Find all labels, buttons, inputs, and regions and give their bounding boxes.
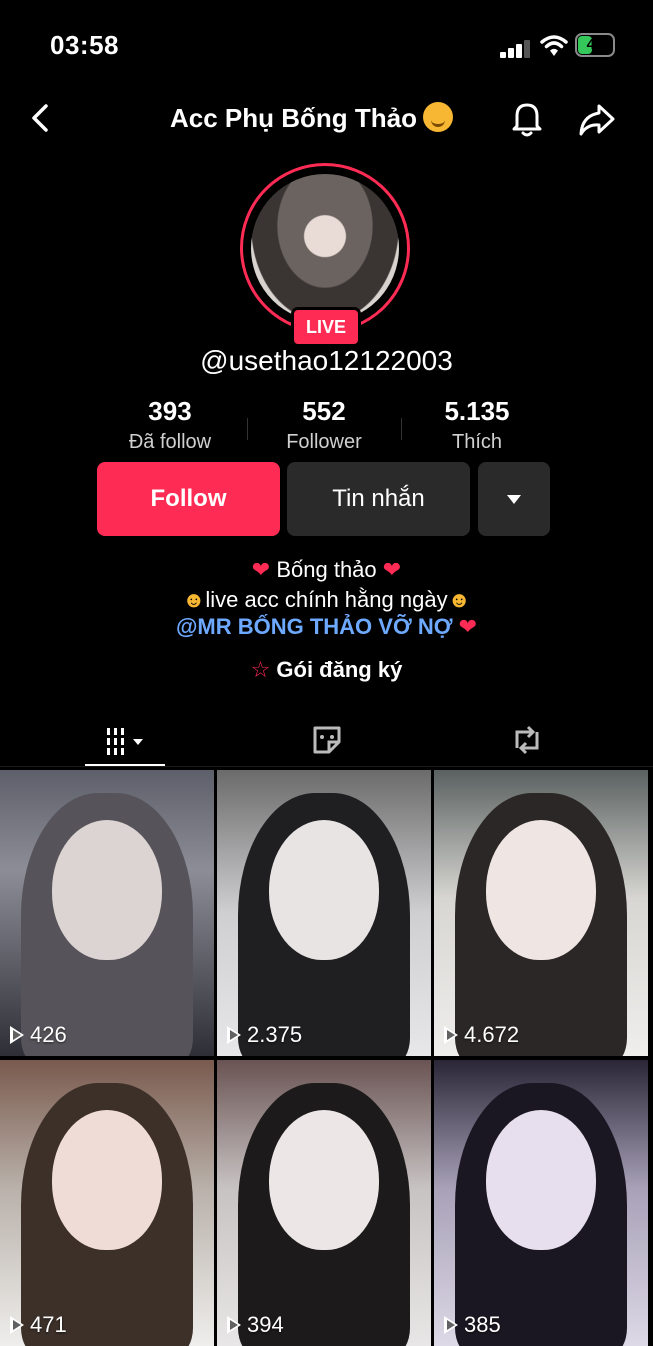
heart-icon: ❤	[382, 557, 402, 582]
tab-videos[interactable]	[18, 712, 235, 768]
broken-heart-icon: ❤	[458, 614, 478, 639]
username: @usethao12122003	[200, 345, 453, 376]
profile-header: Acc Phụ Bống Thảo	[0, 90, 653, 150]
repost-icon	[515, 725, 538, 755]
stat-divider	[247, 418, 248, 440]
subscription-label: Gói đăng ký	[276, 657, 403, 682]
cellular-signal-icon	[500, 38, 534, 58]
bio-line-1-text: Bống thảo	[276, 557, 377, 582]
video-grid-icon	[106, 728, 143, 755]
bio-line-2: ☻live acc chính hằng ngày☻	[0, 587, 653, 613]
bell-icon[interactable]	[505, 96, 549, 140]
video-thumbnail[interactable]: 426	[0, 770, 214, 1056]
subscription-link[interactable]: ☆ Gói đăng ký	[0, 657, 653, 683]
likes-label: Thích	[451, 431, 503, 453]
caret-down-icon	[507, 495, 521, 505]
video-thumbnail[interactable]: 385	[434, 1060, 648, 1346]
follow-button[interactable]: Follow	[97, 462, 280, 536]
subscription-star-icon: ☆	[250, 657, 271, 682]
video-thumbnail[interactable]: 394	[217, 1060, 431, 1346]
clock: 03:58	[50, 30, 119, 60]
play-icon	[227, 1316, 241, 1334]
wifi-icon	[540, 35, 568, 56]
message-button[interactable]: Tin nhắn	[287, 462, 470, 536]
hugging-face-emoji-icon	[423, 102, 453, 132]
tab-divider	[0, 766, 653, 767]
heart-eyes-emoji-icon: ☻	[182, 587, 206, 612]
bio-line-2-text: live acc chính hằng ngày	[205, 587, 448, 612]
battery-level: 40	[586, 36, 604, 53]
play-icon	[10, 1316, 24, 1334]
followers-label: Follower	[286, 431, 362, 453]
live-badge[interactable]: LIVE	[291, 307, 361, 347]
heart-icon: ❤	[251, 557, 271, 582]
avatar	[251, 174, 399, 322]
following-stat[interactable]: 393 Đã follow	[95, 396, 245, 454]
likes-stat[interactable]: 5.135 Thích	[402, 396, 552, 454]
following-count: 393	[148, 396, 192, 426]
battery-icon: 40	[575, 33, 615, 57]
play-icon	[444, 1316, 458, 1334]
play-icon	[227, 1026, 241, 1044]
following-label: Đã follow	[128, 431, 212, 453]
content-tabs	[0, 712, 653, 768]
view-count: 2.375	[227, 1022, 302, 1048]
back-arrow-icon[interactable]	[20, 96, 60, 140]
video-thumbnail[interactable]: 2.375	[217, 770, 431, 1056]
video-thumbnail[interactable]: 471	[0, 1060, 214, 1346]
tab-favorites[interactable]	[218, 712, 435, 768]
heart-eyes-emoji-icon: ☻	[447, 587, 471, 612]
more-options-button[interactable]	[478, 462, 550, 536]
video-thumbnail[interactable]: 4.672	[434, 770, 648, 1056]
view-count: 426	[10, 1022, 67, 1048]
bio-mention-text: @MR BỐNG THẢO VỠ NỢ	[175, 614, 453, 639]
view-count: 394	[227, 1312, 284, 1338]
bio-mention-link[interactable]: @MR BỐNG THẢO VỠ NỢ ❤	[0, 614, 653, 640]
tab-reposts[interactable]	[418, 712, 635, 768]
play-icon	[444, 1026, 458, 1044]
view-count: 385	[444, 1312, 501, 1338]
likes-count: 5.135	[444, 396, 510, 426]
status-bar: 03:58 40	[0, 0, 653, 90]
followers-stat[interactable]: 552 Follower	[249, 396, 399, 454]
view-count: 4.672	[444, 1022, 519, 1048]
view-count: 471	[10, 1312, 67, 1338]
sticker-icon	[313, 726, 340, 754]
play-icon	[10, 1026, 24, 1044]
bio-line-1: ❤ Bống thảo ❤	[0, 557, 653, 583]
followers-count: 552	[302, 396, 346, 426]
page-title-text: Acc Phụ Bống Thảo	[170, 103, 417, 133]
page-title: Acc Phụ Bống Thảo	[170, 102, 453, 134]
share-icon[interactable]	[575, 98, 619, 142]
